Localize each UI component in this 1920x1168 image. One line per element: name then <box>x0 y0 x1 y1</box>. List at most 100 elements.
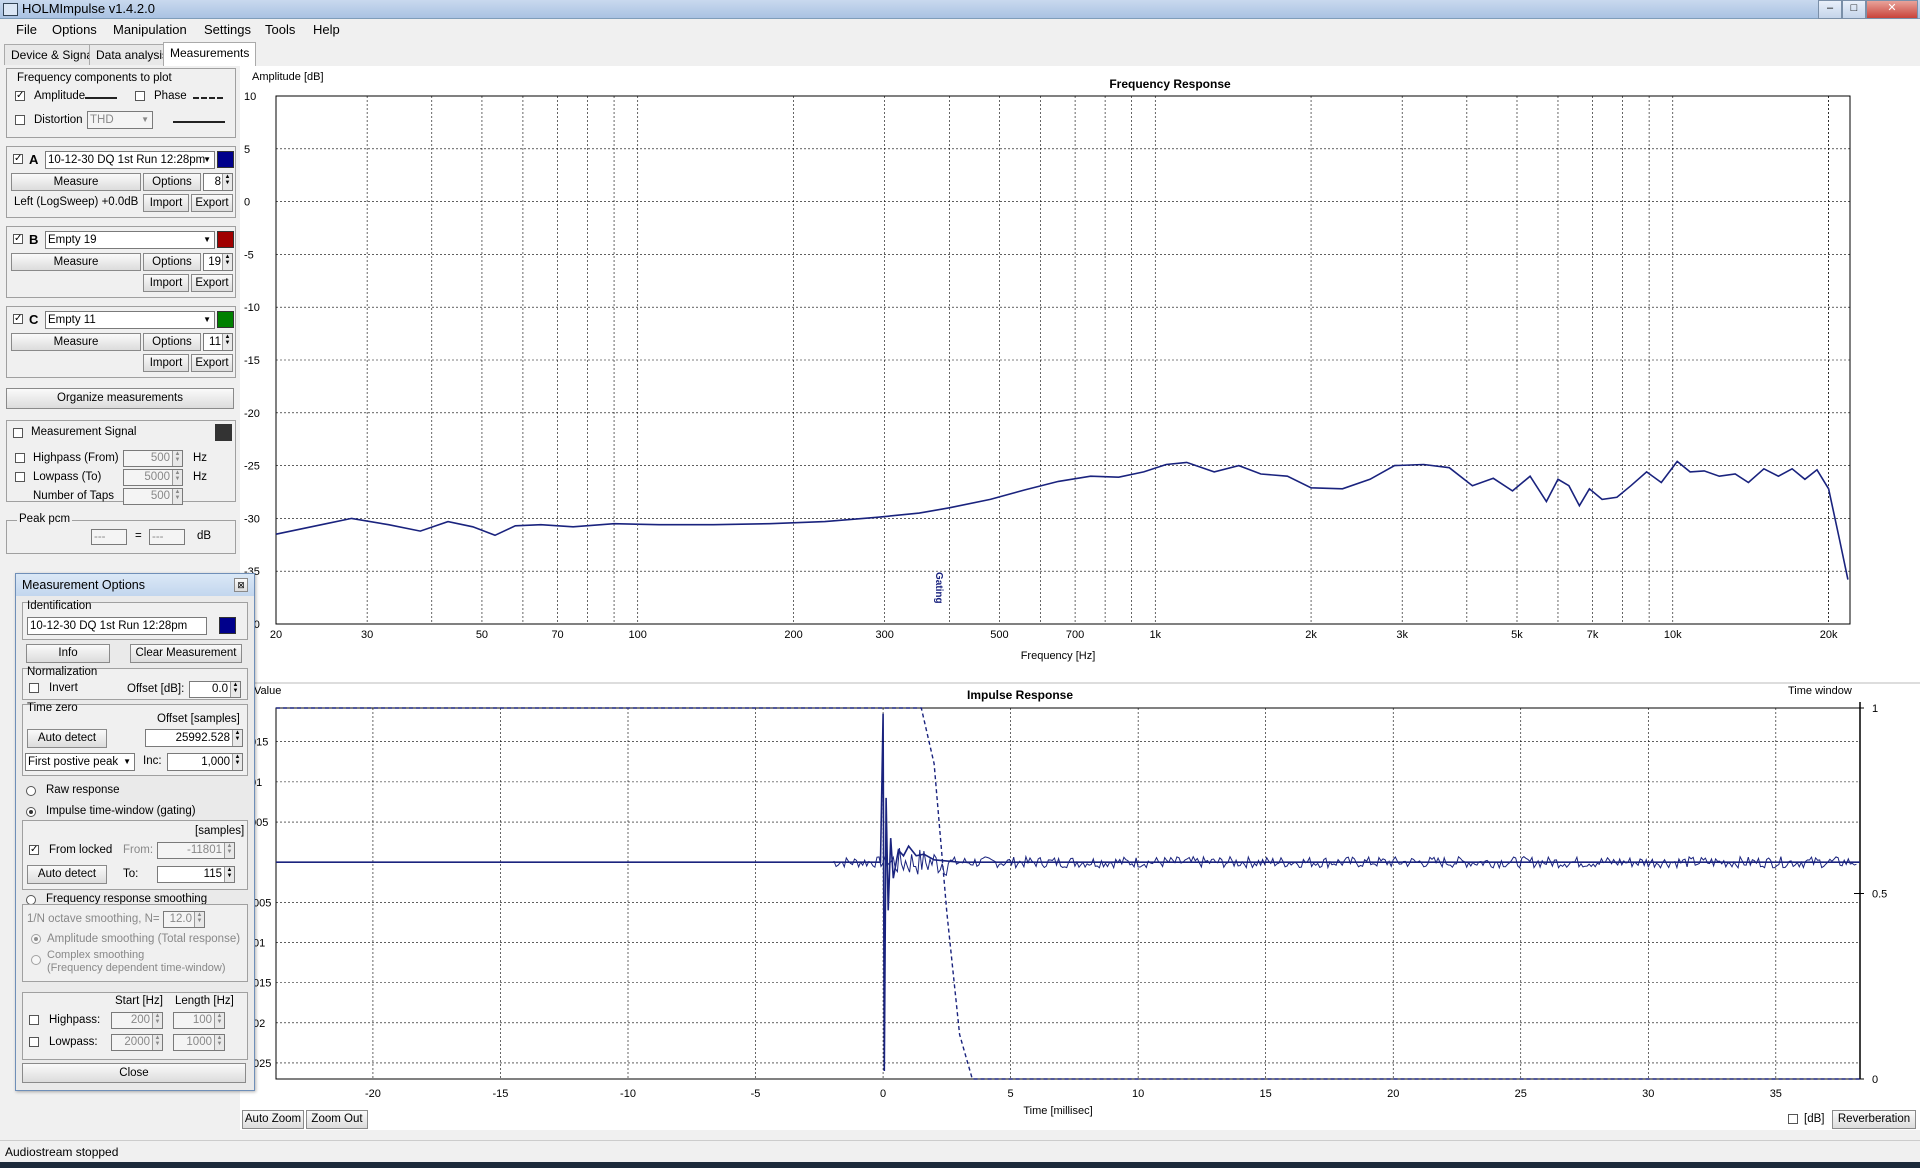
reverberation-button[interactable]: Reverberation <box>1832 1110 1916 1129</box>
db-checkbox[interactable] <box>1788 1114 1798 1124</box>
impulse-response-marks <box>276 707 1860 1080</box>
start-hz-label: Start [Hz] <box>115 995 163 1007</box>
measurement-signal-checkbox[interactable] <box>13 428 23 438</box>
measurement-c-color-swatch[interactable] <box>217 311 234 328</box>
clear-measurement-button[interactable]: Clear Measurement <box>130 644 242 663</box>
time-zero-auto-detect-button[interactable]: Auto detect <box>27 729 107 748</box>
minimize-button[interactable]: – <box>1818 0 1842 19</box>
measurement-b-select[interactable]: Empty 19 ▼ <box>45 231 215 249</box>
offset-db-label: Offset [dB]: <box>127 683 185 695</box>
fr-series-line <box>275 460 1849 580</box>
highpass-length-stepper[interactable]: 100 ▲ ▼ <box>173 1012 225 1029</box>
info-button[interactable]: Info <box>26 644 110 663</box>
highpass-from-stepper[interactable]: 500 ▲ ▼ <box>123 450 183 467</box>
measurement-a-count-stepper[interactable]: 8 ▲ ▼ <box>203 173 233 191</box>
offset-samples-stepper[interactable]: 25992.528 ▲ ▼ <box>145 729 243 747</box>
measurement-c-options-button[interactable]: Options <box>143 333 201 351</box>
measurement-b-import-button[interactable]: Import <box>143 274 189 292</box>
highpass-from-checkbox[interactable] <box>15 453 25 463</box>
fr-xlabel: Frequency [Hz] <box>1021 650 1096 662</box>
measurement-c-checkbox[interactable]: ✓ <box>13 314 23 324</box>
menu-manipulation[interactable]: Manipulation <box>113 22 187 37</box>
measurement-c-export-button[interactable]: Export <box>191 354 233 372</box>
raw-response-label: Raw response <box>46 784 120 796</box>
measurement-b-count-stepper[interactable]: 19 ▲ ▼ <box>203 253 233 271</box>
fr-xtick-label: 20k <box>1820 629 1838 641</box>
zoom-out-button[interactable]: Zoom Out <box>306 1110 368 1129</box>
status-bar: Audiostream stopped <box>0 1140 1920 1163</box>
fr-xtick-label: 50 <box>476 629 488 641</box>
amplitude-checkbox[interactable]: ✓ <box>15 91 25 101</box>
identification-input[interactable]: 10-12-30 DQ 1st Run 12:28pm <box>27 617 207 635</box>
auto-zoom-button[interactable]: Auto Zoom <box>242 1110 304 1129</box>
measurement-c-import-button[interactable]: Import <box>143 354 189 372</box>
measurement-a-export-button[interactable]: Export <box>191 194 233 212</box>
measurement-signal-color-swatch[interactable] <box>215 424 232 441</box>
measurement-a-import-button[interactable]: Import <box>143 194 189 212</box>
tab-device-signal[interactable]: Device & Signal <box>4 44 103 65</box>
organize-measurements-button[interactable]: Organize measurements <box>6 388 234 409</box>
offset-db-stepper[interactable]: 0.0 ▲ ▼ <box>189 681 241 698</box>
menu-options[interactable]: Options <box>52 22 97 37</box>
distortion-checkbox[interactable] <box>15 115 25 125</box>
from-stepper[interactable]: -11801 ▲ ▼ <box>157 842 235 859</box>
fr-xtick-label: 20 <box>270 629 282 641</box>
measurement-a-color-swatch[interactable] <box>217 151 234 168</box>
lowpass-to-checkbox[interactable] <box>15 472 25 482</box>
filter-highpass-checkbox[interactable] <box>29 1015 39 1025</box>
impulse-window-radio[interactable] <box>26 807 36 817</box>
amplitude-smoothing-radio[interactable] <box>31 934 41 944</box>
measurement-a-select[interactable]: 10-12-30 DQ 1st Run 12:28pm ▼ <box>45 151 215 169</box>
menu-tools[interactable]: Tools <box>265 22 295 37</box>
filter-lowpass-checkbox[interactable] <box>29 1037 39 1047</box>
menu-help[interactable]: Help <box>313 22 340 37</box>
peak-mode-select[interactable]: First postive peak ▼ <box>25 753 135 771</box>
measurement-b-options-button[interactable]: Options <box>143 253 201 271</box>
lowpass-to-stepper[interactable]: 5000 ▲ ▼ <box>123 469 183 486</box>
filter-highpass-label: Highpass: <box>49 1014 101 1026</box>
dialog-close-button[interactable]: Close <box>22 1063 246 1083</box>
chevron-down-icon: ▼ <box>203 155 211 164</box>
distortion-select[interactable]: THD ▼ <box>87 111 153 129</box>
measurement-b-export-button[interactable]: Export <box>191 274 233 292</box>
inc-stepper[interactable]: 1,000 ▲ ▼ <box>167 753 243 771</box>
tab-measurements[interactable]: Measurements <box>163 42 257 66</box>
measurement-c-select[interactable]: Empty 11 ▼ <box>45 311 215 329</box>
fr-ylabel: Amplitude [dB] <box>252 71 324 83</box>
identification-color-swatch[interactable] <box>219 617 236 634</box>
highpass-start-stepper[interactable]: 200 ▲ ▼ <box>111 1012 163 1029</box>
gating-auto-detect-button[interactable]: Auto detect <box>27 865 107 884</box>
complex-smoothing-radio[interactable] <box>31 955 41 965</box>
lowpass-start-stepper[interactable]: 2000 ▲ ▼ <box>111 1034 163 1051</box>
lowpass-length-stepper[interactable]: 1000 ▲ ▼ <box>173 1034 225 1051</box>
fr-xtick-label: 700 <box>1066 629 1084 641</box>
measurement-a-measure-button[interactable]: Measure <box>11 173 141 191</box>
maximize-button[interactable]: □ <box>1842 0 1866 19</box>
ir-xtick-label: -20 <box>365 1088 381 1100</box>
measurement-a-options-button[interactable]: Options <box>143 173 201 191</box>
ir-time-window-line <box>276 707 1860 1080</box>
phase-checkbox[interactable] <box>135 91 145 101</box>
measurement-a-checkbox[interactable]: ✓ <box>13 154 23 164</box>
to-stepper[interactable]: 115 ▲ ▼ <box>157 866 235 883</box>
from-locked-checkbox[interactable]: ✓ <box>29 845 39 855</box>
number-of-taps-stepper[interactable]: 500 ▲ ▼ <box>123 488 183 505</box>
menu-settings[interactable]: Settings <box>204 22 251 37</box>
measurement-b-checkbox[interactable]: ✓ <box>13 234 23 244</box>
fr-xtick-label: 30 <box>361 629 373 641</box>
measurement-b-color-swatch[interactable] <box>217 231 234 248</box>
measurement-b-measure-button[interactable]: Measure <box>11 253 141 271</box>
menu-file[interactable]: File <box>16 22 37 37</box>
invert-checkbox[interactable] <box>29 683 39 693</box>
dialog-close-icon[interactable]: ⊠ <box>234 578 248 592</box>
ir-y2tick-label: 0.5 <box>1872 889 1887 901</box>
freq-components-title: Frequency components to plot <box>17 72 172 84</box>
close-window-button[interactable]: ✕ <box>1866 0 1918 19</box>
measurement-c-measure-button[interactable]: Measure <box>11 333 141 351</box>
measurement-c-count-stepper[interactable]: 11 ▲ ▼ <box>203 333 233 351</box>
octave-smoothing-stepper[interactable]: 12.0 ▲ ▼ <box>163 911 205 928</box>
charts-svg[interactable]: 1050-5-10-15-20-25-30-35-402030507010020… <box>240 66 1920 1130</box>
raw-response-radio[interactable] <box>26 786 36 796</box>
impulse-window-label: Impulse time-window (gating) <box>46 805 196 817</box>
inc-label: Inc: <box>143 755 162 767</box>
